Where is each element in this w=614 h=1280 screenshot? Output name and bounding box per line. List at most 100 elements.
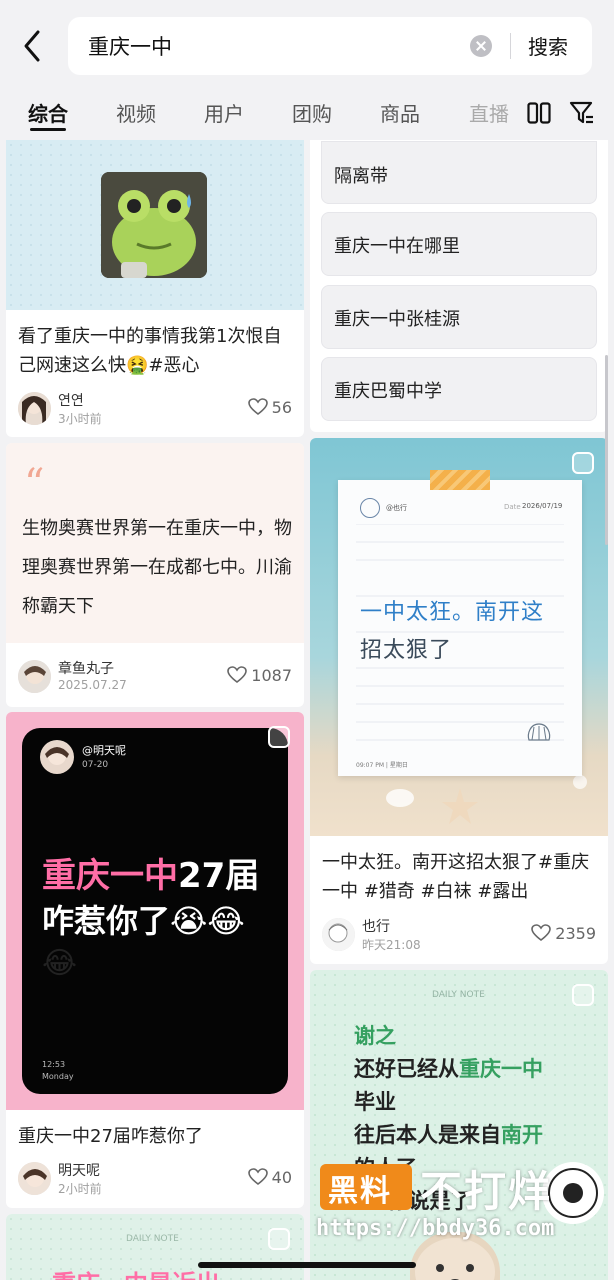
tab-video[interactable]: 视频 bbox=[116, 98, 156, 127]
checkbox-icon[interactable] bbox=[268, 726, 290, 748]
frog-image bbox=[101, 172, 207, 278]
avatar[interactable] bbox=[322, 918, 355, 951]
dual-column-icon[interactable] bbox=[527, 102, 551, 124]
search-button[interactable]: 搜索 bbox=[528, 31, 568, 60]
author-name[interactable]: 章鱼丸子 bbox=[58, 658, 114, 678]
author-name[interactable]: 연연 bbox=[58, 390, 84, 410]
post-card-note[interactable]: @也行 Date 2026/07/19 一中太狂。南开这 招太狠了 09:07 … bbox=[310, 438, 608, 964]
suggestion-item[interactable]: 隔离带 bbox=[321, 141, 597, 204]
checkbox-icon[interactable] bbox=[572, 984, 594, 1006]
watermark-text-1: 黑料 bbox=[328, 1174, 392, 1209]
post-time: 3小时前 bbox=[58, 412, 102, 426]
post-card-quote[interactable]: “ 生物奥赛世界第一在重庆一中，物理奥赛世界第一在成都七中。川渝称霸天下 章鱼丸… bbox=[6, 443, 304, 707]
post-cover: “ 生物奥赛世界第一在重庆一中，物理奥赛世界第一在成都七中。川渝称霸天下 bbox=[6, 443, 304, 643]
avatar[interactable] bbox=[18, 392, 51, 425]
daily-text: 往后本人是来自 bbox=[354, 1123, 501, 1147]
daily-highlight: 重庆一中 bbox=[459, 1057, 543, 1081]
suggestion-label: 隔离带 bbox=[334, 166, 388, 187]
daily-highlight: 南开 bbox=[501, 1123, 543, 1147]
post-cover: DAILY NOTE 重庆一中是近出 bbox=[6, 1214, 304, 1280]
tab-group-buy[interactable]: 团购 bbox=[292, 98, 332, 127]
divider bbox=[510, 33, 511, 59]
heart-icon bbox=[531, 924, 552, 942]
like-count[interactable]: 2359 bbox=[531, 924, 596, 943]
avatar[interactable] bbox=[18, 660, 51, 693]
headline-line-2: 咋惹你了😭😂 bbox=[42, 902, 245, 940]
daily-note-text: 重庆一中是近出 bbox=[52, 1264, 220, 1280]
suggestion-label: 重庆一中张桂源 bbox=[334, 309, 460, 330]
like-count[interactable]: 40 bbox=[247, 1168, 292, 1187]
post-cover: @也行 Date 2026/07/19 一中太狂。南开这 招太狠了 09:07 … bbox=[310, 438, 608, 836]
author-name[interactable]: 明天呢 bbox=[58, 1160, 100, 1180]
avatar[interactable] bbox=[18, 1162, 51, 1195]
suggestion-item[interactable]: 重庆一中张桂源 bbox=[321, 285, 597, 349]
note-text-line-2: 招太狠了 bbox=[360, 638, 453, 663]
like-value: 2359 bbox=[555, 924, 596, 943]
watermark: 黑料 不打烊 https://bbdy36.com bbox=[316, 1158, 610, 1248]
top-bar: 重庆一中 搜索 综合 视频 用户 团购 商品 直播 bbox=[0, 0, 614, 140]
tab-user[interactable]: 用户 bbox=[204, 98, 244, 127]
post-card-partial[interactable]: DAILY NOTE 重庆一中是近出 bbox=[6, 1214, 304, 1280]
post-author: 也行 昨天21:08 2359 bbox=[322, 916, 596, 956]
note-footer: 09:07 PM | 星期日 bbox=[356, 762, 408, 769]
post-title: 看了重庆一中的事情我第1次恨自己网速这么快🤮#恶心 bbox=[18, 326, 282, 376]
checkbox-icon[interactable] bbox=[268, 1228, 290, 1250]
heart-icon bbox=[227, 666, 248, 684]
tab-comprehensive[interactable]: 综合 bbox=[28, 98, 68, 127]
home-indicator[interactable] bbox=[198, 1262, 416, 1268]
beach-decor bbox=[386, 775, 587, 824]
post-card-frog[interactable]: 看了重庆一中的事情我第1次恨自己网速这么快🤮#恶心 연연 3小时前 56 bbox=[6, 140, 304, 437]
quote-mark-icon: “ bbox=[24, 461, 45, 507]
weekday: Monday bbox=[42, 1072, 74, 1081]
quote-text: 生物奥赛世界第一在重庆一中，物理奥赛世界第一在成都七中。川渝称霸天下 bbox=[22, 518, 292, 617]
daily-line-b: 还好已经从重庆一中 bbox=[354, 1053, 543, 1083]
post-author: 章鱼丸子 2025.07.27 1087 bbox=[18, 658, 292, 698]
daily-line-d: 往后本人是来自南开 bbox=[354, 1119, 543, 1149]
daily-note-header: DAILY NOTE bbox=[432, 990, 485, 1000]
note-date-label: Date bbox=[504, 503, 521, 511]
cover-text-fragment bbox=[36, 140, 206, 150]
search-input[interactable]: 重庆一中 bbox=[88, 31, 172, 61]
daily-line-a: 谢之 bbox=[354, 1024, 396, 1048]
tape-decor bbox=[430, 470, 490, 490]
daily-text: 还好已经从 bbox=[354, 1057, 459, 1081]
like-value: 40 bbox=[271, 1168, 292, 1187]
tab-live[interactable]: 直播 bbox=[469, 98, 509, 127]
suggestion-item[interactable]: 重庆巴蜀中学 bbox=[321, 357, 597, 421]
handle: @明天呢 bbox=[82, 744, 126, 757]
headline-line-3: 😂 bbox=[42, 946, 78, 981]
like-value: 56 bbox=[271, 398, 292, 417]
headline-highlight: 重庆一中 bbox=[42, 856, 178, 896]
tab-bar: 综合 视频 用户 团购 商品 直播 bbox=[0, 96, 614, 132]
note-date: 2026/07/19 bbox=[522, 502, 563, 510]
clear-icon[interactable] bbox=[470, 35, 492, 57]
tab-product[interactable]: 商品 bbox=[380, 98, 420, 127]
post-cover bbox=[6, 140, 304, 310]
post-card-black[interactable]: @明天呢 07-20 重庆一中27届 咋惹你了😭😂 😂 12:53 Monday… bbox=[6, 712, 304, 1208]
post-author: 연연 3小时前 56 bbox=[18, 390, 292, 430]
like-value: 1087 bbox=[251, 666, 292, 685]
tab-underline bbox=[30, 128, 66, 131]
post-time: 2025.07.27 bbox=[58, 678, 127, 692]
heart-icon bbox=[247, 1168, 268, 1186]
note-text-line-1: 一中太狂。南开这 bbox=[360, 600, 545, 625]
suggestion-item[interactable]: 重庆一中在哪里 bbox=[321, 212, 597, 276]
filter-icon[interactable] bbox=[569, 100, 595, 126]
post-title: 一中太狂。南开这招太狠了#重庆一中 #猎奇 #白袜 #露出 bbox=[322, 852, 590, 902]
like-count[interactable]: 1087 bbox=[227, 666, 292, 685]
phone-screen: @明天呢 07-20 重庆一中27届 咋惹你了😭😂 😂 12:53 Monday bbox=[22, 728, 288, 1094]
scrollbar[interactable] bbox=[605, 355, 608, 545]
clock: 12:53 bbox=[42, 1060, 66, 1069]
post-author: 明天呢 2小时前 40 bbox=[18, 1160, 292, 1200]
avatar bbox=[40, 740, 74, 774]
avatar bbox=[360, 498, 380, 518]
search-box[interactable]: 重庆一中 搜索 bbox=[68, 17, 592, 75]
suggestion-label: 重庆一中在哪里 bbox=[334, 236, 460, 257]
author-name[interactable]: 也行 bbox=[362, 916, 390, 936]
back-arrow-icon[interactable] bbox=[18, 28, 48, 64]
like-count[interactable]: 56 bbox=[247, 398, 292, 417]
checkbox-icon[interactable] bbox=[572, 452, 594, 474]
daily-note-header: DAILY NOTE bbox=[126, 1234, 179, 1244]
watermark-url: https://bbdy36.com bbox=[316, 1216, 555, 1241]
heart-icon bbox=[247, 398, 268, 416]
